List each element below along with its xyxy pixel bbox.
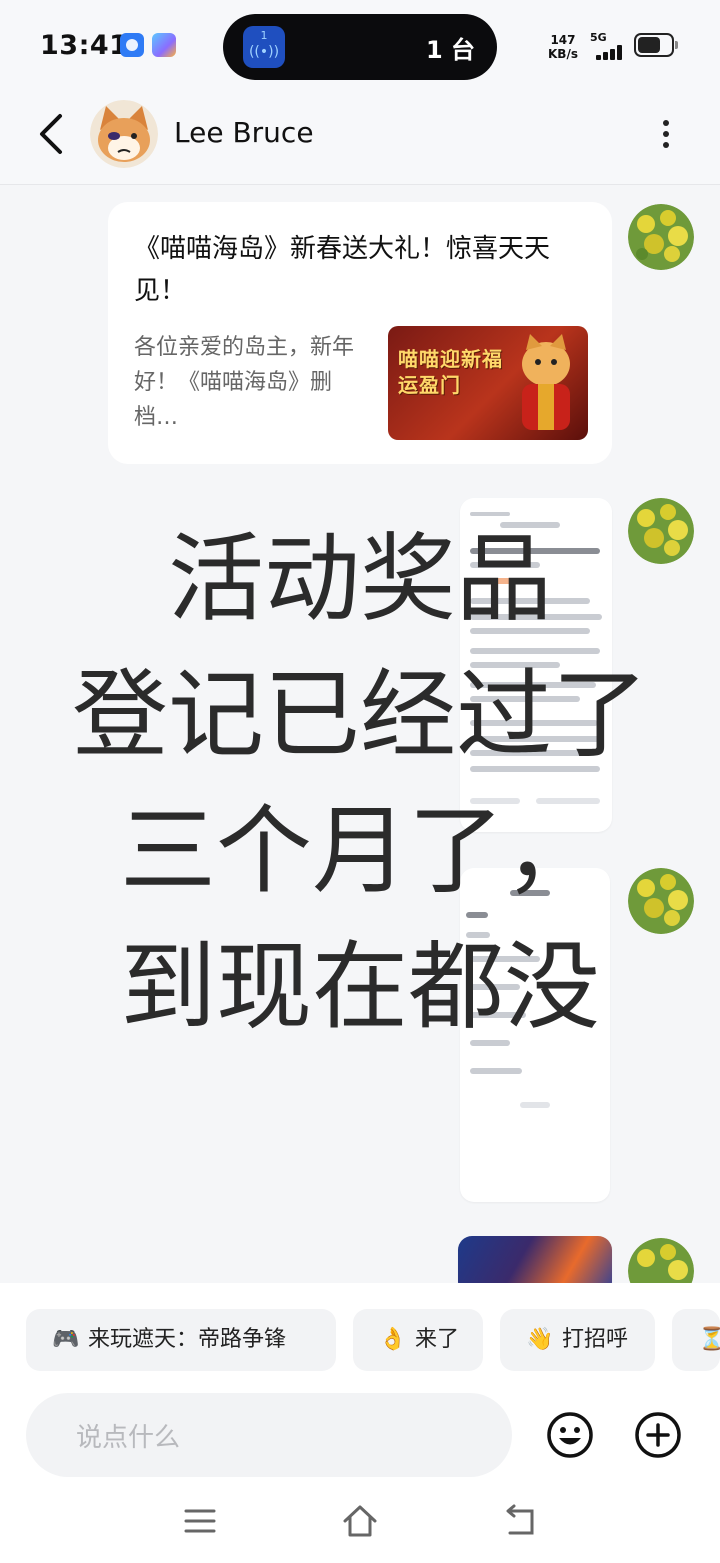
overlay-caption-line: 活动奖品 [168,523,552,635]
contact-avatar[interactable] [90,100,158,168]
network-speed: 147 KB/s [548,33,578,61]
quick-reply-chip[interactable]: ⏳ [672,1309,720,1371]
battery-icon [634,33,678,57]
card-title: 《喵喵海岛》新春送大礼！惊喜天天见！ [134,234,551,306]
self-avatar[interactable] [628,204,694,270]
back-nav-icon[interactable] [500,1501,540,1541]
quick-reply-chip[interactable]: 👌 来了 [353,1309,483,1371]
overlay-caption-line: 到现在都没 [120,931,600,1043]
contact-name[interactable]: Lee Bruce [174,116,314,149]
shared-post-card[interactable]: 《喵喵海岛》新春送大礼！惊喜天天见！ 各位亲爱的岛主，新年好！《喵喵海岛》删档…… [108,202,612,464]
ok-hand-icon: 👌 [379,1327,407,1352]
status-time: 13:41 [40,30,129,61]
quick-reply-chip[interactable]: 🎮 来玩遮天：帝路争锋 [26,1309,336,1371]
chat-header: Lee Bruce [0,90,720,185]
card-description: 各位亲爱的岛主，新年好！《喵喵海岛》删档… [134,335,355,430]
hourglass-icon: ⏳ [698,1327,720,1352]
gamepad-icon: 🎮 [52,1327,80,1352]
add-icon[interactable] [634,1411,682,1459]
home-nav-icon[interactable] [340,1501,380,1541]
back-arrow-icon[interactable] [34,112,74,156]
message-input[interactable]: 说点什么 [26,1393,512,1477]
composer-area: 🎮 来玩遮天：帝路争锋 👌 来了 👋 打招呼 ⏳ 说点什么 [0,1283,720,1563]
quick-reply-chip[interactable]: 👋 打招呼 [500,1309,655,1371]
status-bar: 13:41 1 ((•)) 1 台 147 KB/s 5G [0,0,720,90]
cat-mascot-icon [522,334,570,430]
thumbnail-caption: 喵喵迎新福运盈门 [398,347,503,397]
emoji-icon[interactable] [546,1411,594,1459]
signal-icon [596,44,628,60]
card-thumbnail: 喵喵迎新福运盈门 [388,326,588,440]
input-placeholder: 说点什么 [76,1423,181,1453]
live-activity-pill[interactable]: 1 ((•)) 1 台 [223,14,497,80]
overlay-caption-line: 三个月了， [120,795,600,907]
app-notification-icon [120,33,144,57]
broadcast-icon: 1 ((•)) [243,26,285,68]
live-activity-text: 1 台 [425,36,475,64]
menu-nav-icon[interactable] [180,1501,220,1541]
overlay-caption-line: 登记已经过了 [72,659,648,771]
network-type: 5G [590,31,607,44]
assistant-notification-icon [152,33,176,57]
wave-icon: 👋 [526,1327,554,1352]
more-options-button[interactable] [652,112,680,156]
